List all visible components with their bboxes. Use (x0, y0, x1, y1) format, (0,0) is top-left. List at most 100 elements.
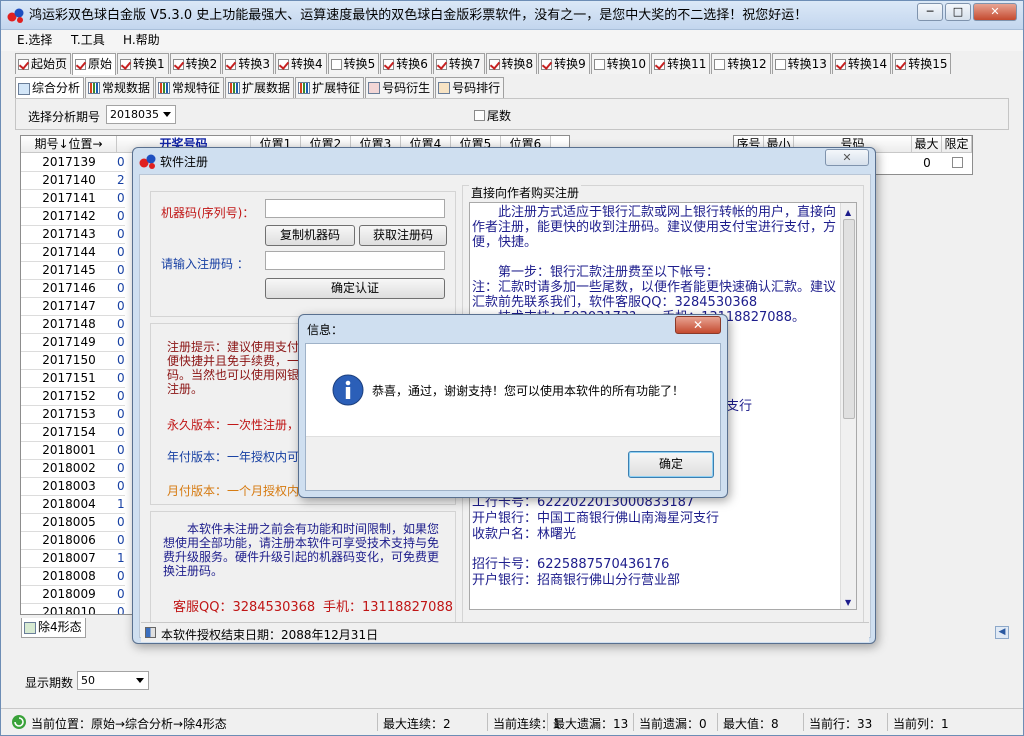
app-logo-icon (7, 8, 24, 23)
table-cell-value: 0 (117, 262, 125, 280)
table-row-period[interactable]: 2017141 (21, 190, 117, 208)
tab-number-derive[interactable]: 号码衍生 (365, 77, 435, 98)
info-close-button[interactable]: ✕ (675, 316, 721, 334)
machine-code-group: 机器码(序列号)： 复制机器码 获取注册码 请输入注册码 ： 确定认证 (150, 191, 456, 317)
table-row-period[interactable]: 2017151 (21, 370, 117, 388)
menu-select[interactable]: E.选择 (17, 32, 52, 49)
table-cell-value: 0 (117, 334, 125, 352)
table-cell-value: 2 (117, 172, 125, 190)
table-row-period[interactable]: 2018006 (21, 532, 117, 550)
tab-regular-data[interactable]: 常规数据 (85, 77, 155, 98)
checkbox-icon (654, 58, 666, 70)
copy-machine-code-button[interactable]: 复制机器码 (265, 225, 355, 246)
table-row-period[interactable]: 2017143 (21, 226, 117, 244)
tail-checkbox[interactable]: 尾数 (474, 107, 511, 124)
menu-tools[interactable]: T.工具 (71, 32, 105, 49)
display-count-select[interactable]: 50 (77, 671, 149, 690)
sub-tab-row: 综合分析 常规数据 常规特征 扩展数据 扩展特征 号码衍生 号码排行 (15, 77, 505, 99)
reg-code-input[interactable] (265, 251, 445, 270)
table-cell-value: 0 (117, 514, 125, 532)
machine-code-field[interactable] (265, 199, 445, 218)
register-close-button[interactable]: ✕ (825, 149, 869, 166)
tab-original[interactable]: 原始 (72, 53, 117, 75)
table-cell-value: 0 (117, 208, 125, 226)
col-max[interactable]: 最大 (912, 136, 942, 153)
table-row-period[interactable]: 2017149 (21, 334, 117, 352)
table-row-period[interactable]: 2017154 (21, 424, 117, 442)
tab-transform-7[interactable]: 转换7 (432, 53, 485, 74)
tab-transform-9[interactable]: 转换9 (538, 53, 590, 74)
unregistered-group: 本软件未注册之前会有功能和时间限制，如果您想使用全部功能，请注册本软件可享受技术… (150, 511, 456, 633)
table-row-period[interactable]: 2017147 (21, 298, 117, 316)
tab-transform-8[interactable]: 转换8 (485, 53, 538, 74)
table-row-period[interactable]: 2018001 (21, 442, 117, 460)
menu-bar: E.选择 T.工具 H.帮助 (1, 30, 1023, 51)
payee-name: 收款户名：林曙光 (472, 527, 577, 542)
table-row-period[interactable]: 2018003 (21, 478, 117, 496)
tab-transform-6[interactable]: 转换6 (380, 53, 432, 74)
col-period[interactable]: 期号↓位置→ (21, 136, 117, 153)
tab-transform-2[interactable]: 转换2 (169, 53, 222, 74)
tab-extended-data[interactable]: 扩展数据 (225, 77, 295, 98)
period-select[interactable]: 2018035 (106, 105, 176, 124)
status-location: 当前位置：原始→综合分析→除4形态 (31, 717, 227, 731)
table-cell-value: 0 (117, 442, 125, 460)
table-row-period[interactable]: 2017153 (21, 406, 117, 424)
table-row-period[interactable]: 2017146 (21, 280, 117, 298)
table-row-period[interactable]: 2018008 (21, 568, 117, 586)
chevron-down-icon (136, 678, 144, 683)
table-row-period[interactable]: 2017148 (21, 316, 117, 334)
status-separator (887, 713, 888, 731)
maximize-button[interactable]: □ (945, 3, 971, 21)
tab-transform-15[interactable]: 转换15 (892, 53, 952, 74)
scroll-up-icon: ▲ (845, 208, 852, 217)
icbc-bank: 开户银行：中国工商银行佛山南海星河支行 (472, 511, 720, 526)
table-row-period[interactable]: 2017144 (21, 244, 117, 262)
col-limit[interactable]: 限定 (942, 136, 972, 153)
get-reg-code-button[interactable]: 获取注册码 (359, 225, 447, 246)
buy-info-scrollbar[interactable]: ▲ ▼ (840, 203, 856, 609)
bar-chart-icon (228, 82, 241, 94)
reg-code-label: 请输入注册码 ： (161, 257, 249, 271)
table-row-period[interactable]: 2018002 (21, 460, 117, 478)
minimize-button[interactable]: ─ (917, 3, 943, 21)
tab-transform-3[interactable]: 转换3 (222, 53, 274, 74)
table-row-period[interactable]: 2017142 (21, 208, 117, 226)
tab-mod4-shape[interactable]: 除4形态 (21, 618, 86, 638)
tab-transform-12[interactable]: 转换12 (711, 53, 771, 74)
table-row-period[interactable]: 2017140 (21, 172, 117, 190)
table-row-period[interactable]: 2018004 (21, 496, 117, 514)
table-row-period[interactable]: 2018007 (21, 550, 117, 568)
ok-button[interactable]: 确定 (628, 451, 714, 478)
checkbox-icon (834, 58, 846, 70)
confirm-auth-button[interactable]: 确定认证 (265, 278, 445, 299)
tab-transform-5[interactable]: 转换5 (327, 53, 380, 74)
tab-transform-10[interactable]: 转换10 (590, 53, 651, 74)
checkbox-icon (488, 58, 500, 70)
table-row-period[interactable]: 2017139 (21, 154, 117, 172)
tab-transform-14[interactable]: 转换14 (831, 53, 892, 74)
table-row-period[interactable]: 2018005 (21, 514, 117, 532)
tab-extended-features[interactable]: 扩展特征 (295, 77, 365, 98)
table-row-period[interactable]: 2018010 (21, 604, 117, 614)
table-row-period[interactable]: 2017152 (21, 388, 117, 406)
tab-number-ranking[interactable]: 号码排行 (435, 77, 505, 98)
scroll-left-button[interactable]: ◀ (995, 626, 1009, 639)
close-button[interactable]: ✕ (973, 3, 1017, 21)
table-row-period[interactable]: 2018009 (21, 586, 117, 604)
tab-start[interactable]: 起始页 (15, 53, 72, 74)
tab-transform-1[interactable]: 转换1 (117, 53, 169, 74)
tab-regular-features[interactable]: 常规特征 (155, 77, 225, 98)
scrollbar-thumb[interactable] (843, 219, 855, 419)
table-row-period[interactable]: 2017150 (21, 352, 117, 370)
bank-branch-fragment: 支行 (726, 399, 753, 414)
tab-comprehensive[interactable]: 综合分析 (15, 77, 85, 99)
menu-help[interactable]: H.帮助 (123, 32, 160, 49)
tab-transform-11[interactable]: 转换11 (651, 53, 711, 74)
table-cell-value: 0 (117, 478, 125, 496)
tab-transform-4[interactable]: 转换4 (274, 53, 327, 74)
table-cell-value: 0 (117, 352, 125, 370)
tab-transform-13[interactable]: 转换13 (771, 53, 831, 74)
limit-checkbox[interactable] (952, 157, 965, 168)
table-row-period[interactable]: 2017145 (21, 262, 117, 280)
